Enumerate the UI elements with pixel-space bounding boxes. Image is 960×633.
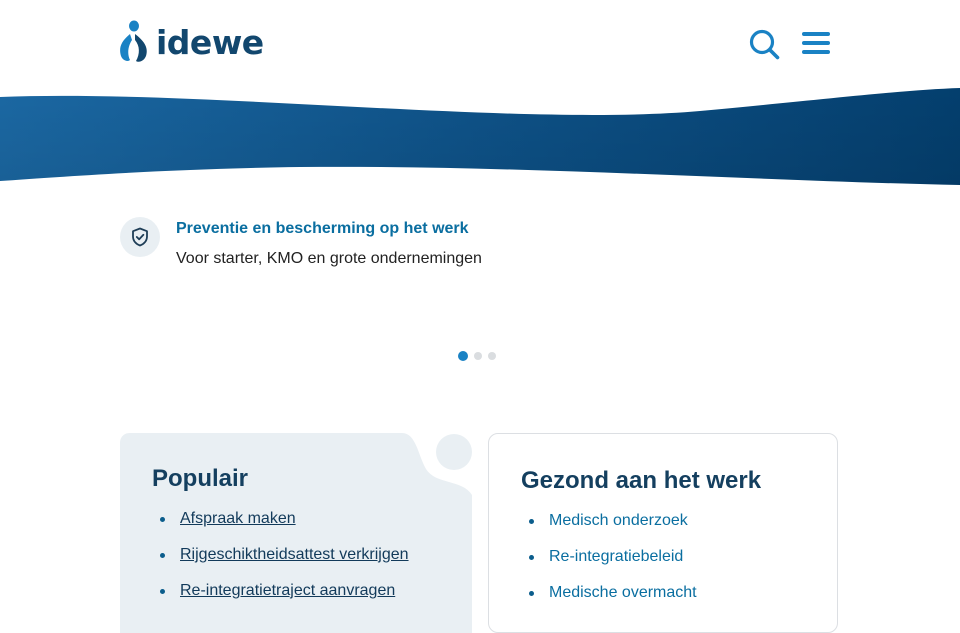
feature-icon-circle bbox=[120, 217, 160, 257]
logo-wordmark: idewe bbox=[156, 22, 264, 62]
list-item: Re-integratiebeleid bbox=[529, 547, 697, 583]
link-medische-overmacht[interactable]: Medische overmacht bbox=[549, 584, 697, 601]
menu-button[interactable] bbox=[801, 30, 831, 56]
link-afspraak-maken[interactable]: Afspraak maken bbox=[180, 510, 296, 527]
link-medisch-onderzoek[interactable]: Medisch onderzoek bbox=[549, 512, 688, 529]
link-re-integratiebeleid[interactable]: Re-integratiebeleid bbox=[549, 548, 683, 565]
carousel-pagination bbox=[458, 351, 496, 361]
list-item: Afspraak maken bbox=[160, 509, 409, 545]
link-re-integratietraject[interactable]: Re-integratietraject aanvragen bbox=[180, 582, 395, 599]
carousel-slide[interactable]: Preventie en bescherming op het werk Voo… bbox=[120, 217, 840, 277]
site-header: idewe bbox=[0, 0, 960, 90]
carousel-dot-2[interactable] bbox=[474, 352, 482, 360]
carousel-dot-1[interactable] bbox=[458, 351, 468, 361]
search-button[interactable] bbox=[748, 28, 780, 60]
popular-card-title: Populair bbox=[152, 465, 249, 492]
hero-wave-banner bbox=[0, 88, 960, 185]
list-item: Rijgeschiktheidsattest verkrijgen bbox=[160, 545, 409, 581]
list-item: Medische overmacht bbox=[529, 583, 697, 619]
list-item: Medisch onderzoek bbox=[529, 511, 697, 547]
popular-links-list: Afspraak maken Rijgeschiktheidsattest ve… bbox=[160, 509, 409, 617]
list-item: Re-integratietraject aanvragen bbox=[160, 581, 409, 617]
search-icon bbox=[749, 29, 780, 60]
idewe-logo[interactable]: idewe bbox=[118, 20, 264, 64]
carousel-dot-3[interactable] bbox=[488, 352, 496, 360]
health-at-work-card: Gezond aan het werk Medisch onderzoek Re… bbox=[488, 433, 838, 633]
shield-check-icon bbox=[132, 227, 148, 247]
slide-title[interactable]: Preventie en bescherming op het werk bbox=[176, 220, 469, 238]
slide-subtitle: Voor starter, KMO en grote ondernemingen bbox=[176, 250, 482, 267]
popular-card: Populair Afspraak maken Rijgeschiktheids… bbox=[120, 433, 472, 633]
health-links-list: Medisch onderzoek Re-integratiebeleid Me… bbox=[529, 511, 697, 619]
health-card-title: Gezond aan het werk bbox=[521, 467, 762, 494]
hamburger-menu-icon bbox=[802, 32, 830, 54]
link-rijgeschiktheidsattest[interactable]: Rijgeschiktheidsattest verkrijgen bbox=[180, 546, 409, 563]
idewe-logo-mark-icon bbox=[120, 20, 147, 62]
